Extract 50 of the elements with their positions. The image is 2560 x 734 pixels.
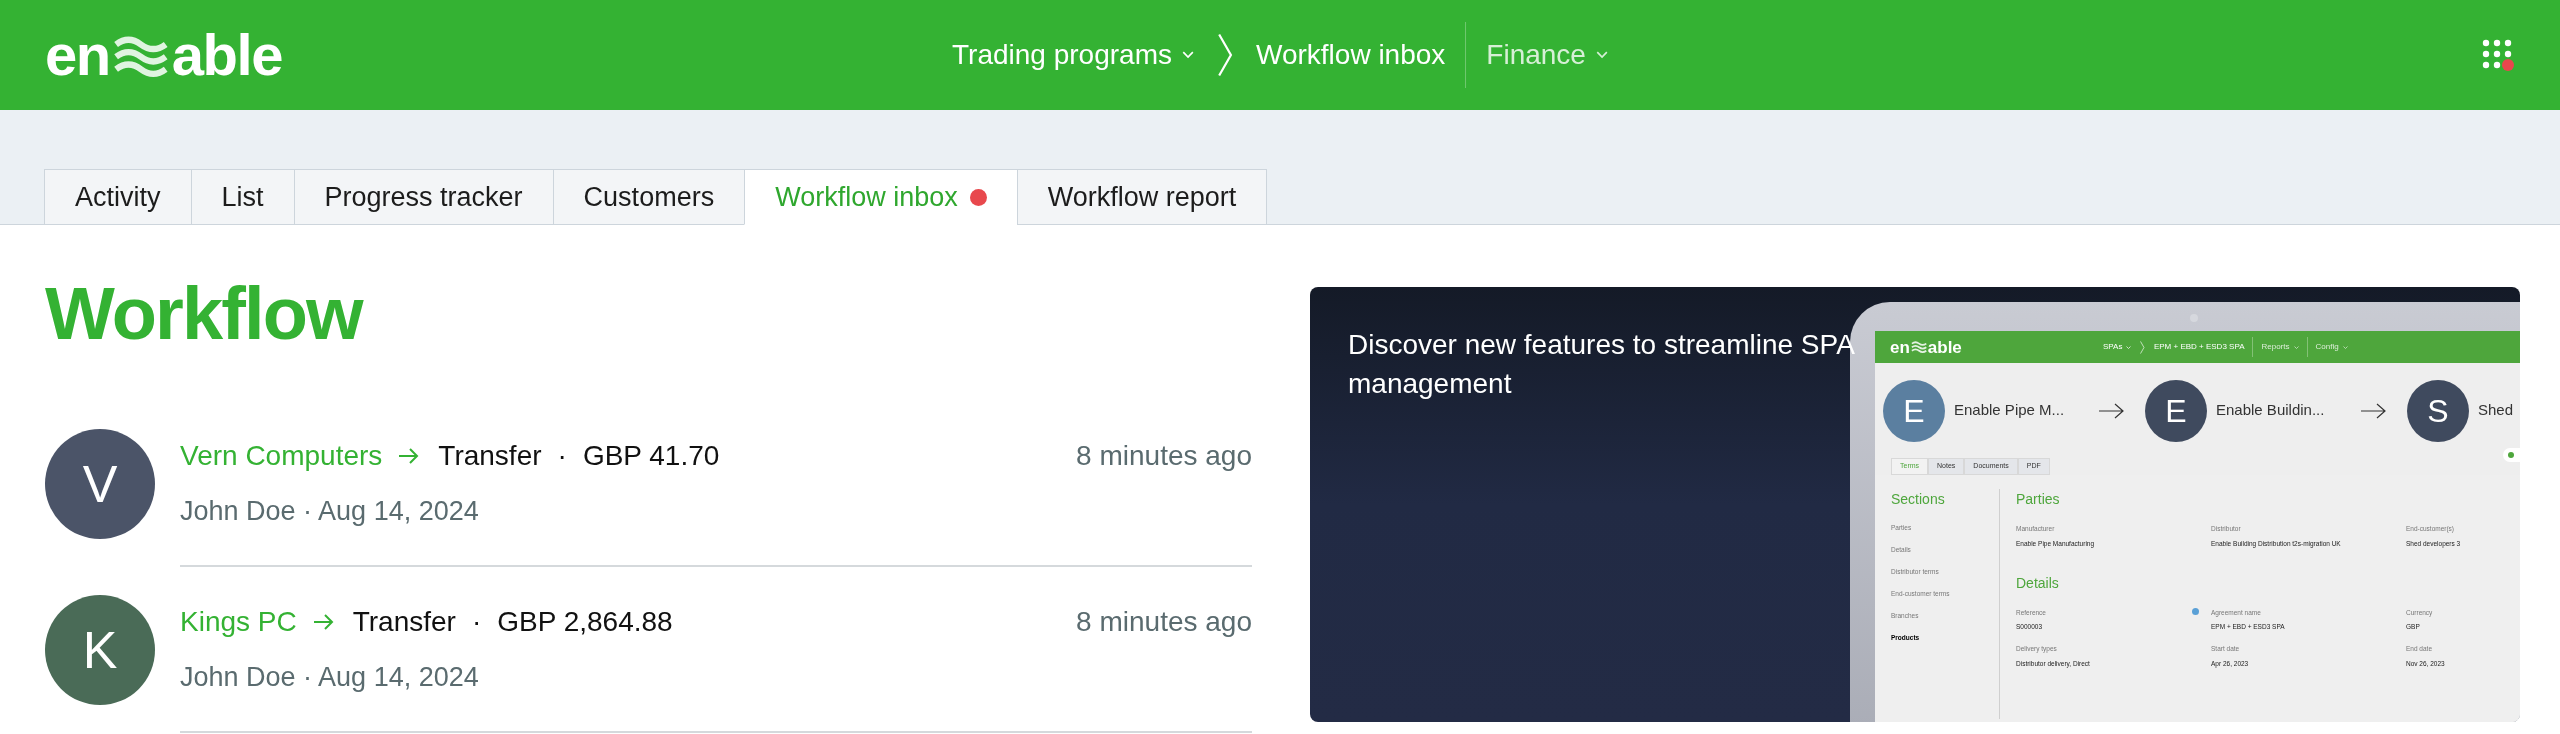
menu-dropdown[interactable]: Reports [2253, 341, 2307, 353]
page-heading: Workflow [45, 277, 362, 351]
avatar: V [45, 429, 155, 539]
action-label: Transfer [352, 604, 456, 639]
timestamp: 8 minutes ago [1076, 438, 1252, 473]
apps-grid-icon[interactable] [2481, 38, 2515, 72]
customer-link[interactable]: Kings PC [180, 600, 297, 643]
chevron-down-icon [1182, 51, 1194, 59]
logo-text: able [1927, 338, 1962, 356]
group-heading: Parties [2016, 490, 2061, 509]
help-icon [2192, 607, 2199, 615]
chevron-down-icon [1595, 51, 1608, 59]
chevron-down-icon [2126, 345, 2132, 349]
tab[interactable]: Workflow report [1016, 169, 1268, 225]
party-name: Enable Buildin... [2216, 400, 2326, 421]
tab[interactable]: Activity [44, 169, 192, 225]
breadcrumb-link[interactable]: SPAs [2095, 341, 2140, 353]
menu-dropdown[interactable]: Config [2307, 341, 2356, 353]
timestamp: 8 minutes ago [1076, 604, 1252, 639]
action-label: Transfer [438, 438, 542, 473]
avatar: K [45, 595, 155, 705]
tab[interactable]: Progress tracker [293, 169, 554, 225]
breadcrumb-link[interactable]: Trading programs [932, 34, 1214, 76]
menu-dropdown[interactable]: Finance [1466, 34, 1628, 76]
logo-text: en [1890, 338, 1910, 356]
separator-dot: · [471, 604, 482, 639]
tab[interactable]: Workflow inbox [744, 169, 1018, 225]
breadcrumb-link[interactable]: EPM + EBD + ESD3 SPA [2145, 341, 2253, 353]
logo-text: able [171, 26, 283, 84]
breadcrumb-separator-icon [2139, 340, 2146, 354]
author-date: John Doe · Aug 14, 2024 [180, 660, 480, 694]
chevron-down-icon [2342, 345, 2348, 349]
tab[interactable]: Customers [552, 169, 746, 225]
party-name: Shed [2478, 400, 2515, 421]
breadcrumb-link[interactable]: Workflow inbox [1236, 34, 1466, 76]
separator-dot: · [557, 438, 567, 473]
amount: GBP 2,864.88 [497, 604, 673, 639]
avatar: E [1883, 379, 1945, 442]
party-name: Enable Pipe M... [1954, 400, 2066, 421]
sections-heading: Sections [1891, 490, 1946, 509]
avatar: S [2407, 379, 2469, 442]
amount: GBP 41.70 [582, 438, 720, 473]
group-heading: Details [2016, 573, 2060, 593]
logo-text: en [45, 26, 110, 84]
tab[interactable]: List [190, 169, 295, 225]
customer-link[interactable]: Vern Computers [180, 434, 383, 477]
avatar: E [2145, 379, 2207, 442]
chevron-down-icon [2293, 345, 2299, 349]
author-date: John Doe · Aug 14, 2024 [180, 494, 480, 528]
wave-logo-icon [1910, 340, 1927, 354]
